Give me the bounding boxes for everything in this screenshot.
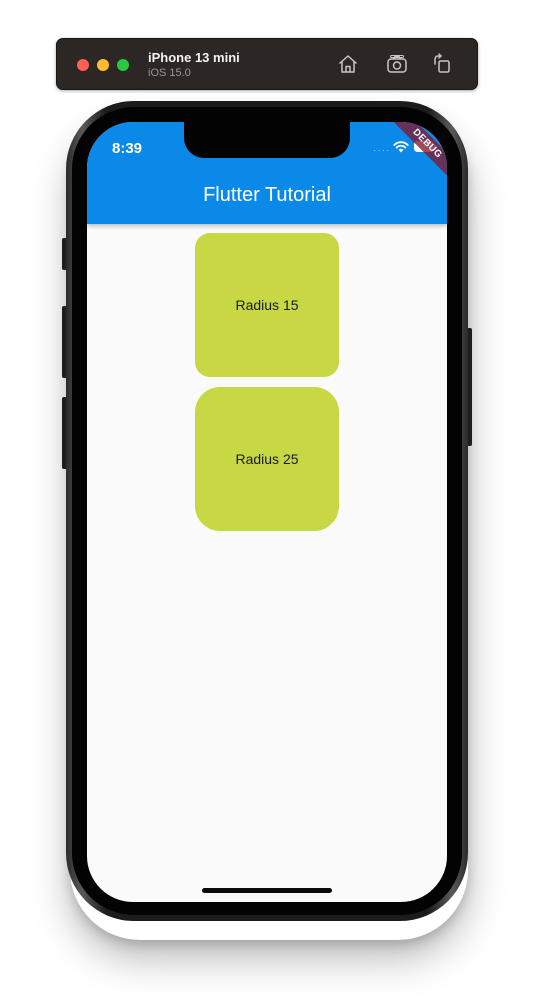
radius-25-card: Radius 25 bbox=[195, 387, 339, 531]
home-icon bbox=[339, 55, 357, 73]
home-indicator[interactable] bbox=[202, 888, 332, 893]
os-version: iOS 15.0 bbox=[148, 67, 191, 79]
window-maximize-button[interactable] bbox=[117, 59, 129, 71]
radius-15-card: Radius 15 bbox=[195, 233, 339, 377]
wifi-icon bbox=[393, 141, 409, 153]
signal-dots: ․․․․ bbox=[373, 143, 391, 154]
notch bbox=[184, 122, 350, 158]
home-button[interactable] bbox=[336, 52, 360, 76]
simulator-title-bar: iPhone 13 mini iOS 15.0 bbox=[56, 38, 478, 90]
app-bar-title: Flutter Tutorial bbox=[203, 184, 331, 206]
card-label: Radius 25 bbox=[235, 451, 299, 467]
screenshot-button[interactable] bbox=[385, 52, 409, 76]
window-minimize-button[interactable] bbox=[97, 59, 109, 71]
window-close-button[interactable] bbox=[77, 59, 89, 71]
device-name: iPhone 13 mini bbox=[148, 50, 240, 65]
card-label: Radius 15 bbox=[235, 297, 299, 313]
device-screen: 8:39 ․․․․ Flutter Tutorial DEBUG Radius … bbox=[87, 122, 447, 902]
rotate-icon bbox=[434, 53, 450, 73]
camera-icon bbox=[387, 55, 407, 73]
status-time: 8:39 bbox=[112, 140, 143, 157]
stage: iPhone 13 mini iOS 15.0 8:39 ․․․․ Flutte… bbox=[0, 0, 534, 998]
rotate-button[interactable] bbox=[430, 52, 454, 76]
